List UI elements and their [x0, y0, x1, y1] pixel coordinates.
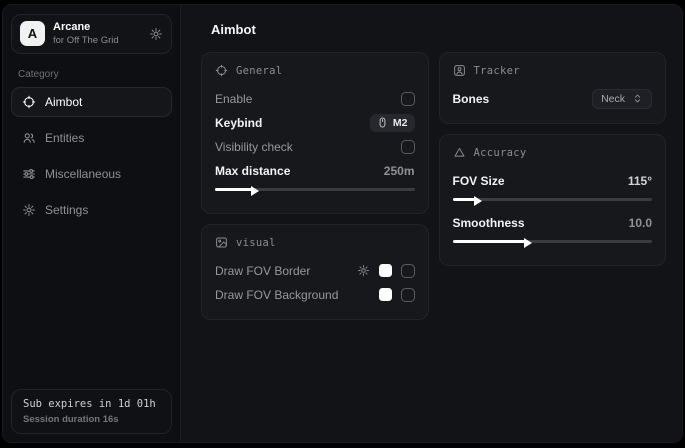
crosshair-icon: [215, 64, 228, 77]
mouse-icon: [377, 117, 388, 128]
sidebar-item-miscellaneous[interactable]: Miscellaneous: [11, 159, 172, 189]
slider-thumb[interactable]: [524, 238, 532, 248]
session-duration-text: Session duration 16s: [23, 414, 160, 425]
card-title: Accuracy: [474, 147, 527, 159]
keybind-value: M2: [393, 117, 408, 129]
sidebar-item-settings[interactable]: Settings: [11, 195, 172, 225]
sidebar-item-label: Miscellaneous: [45, 167, 121, 181]
smoothness-row: Smoothness 10.0: [453, 212, 653, 233]
accuracy-card: Accuracy FOV Size 115° Smoothness: [439, 134, 667, 266]
max-distance-row: Max distance 250m: [215, 160, 415, 181]
app-window: A Arcane for Off The Grid Category Aimbo: [2, 4, 683, 443]
main-content: Aimbot General Enable: [181, 5, 682, 442]
caret-sort-icon: [632, 93, 643, 104]
sidebar-item-label: Entities: [45, 131, 84, 145]
enable-label: Enable: [215, 92, 252, 106]
bones-select[interactable]: Neck: [592, 89, 652, 109]
visibility-check-row: Visibility check: [215, 136, 415, 157]
keybind-button[interactable]: M2: [370, 114, 415, 132]
sidebar-item-aimbot[interactable]: Aimbot: [11, 87, 172, 117]
fov-background-checkbox[interactable]: [401, 288, 415, 302]
fov-background-row: Draw FOV Background: [215, 284, 415, 305]
person-scan-icon: [453, 64, 466, 77]
sidebar-item-entities[interactable]: Entities: [11, 123, 172, 153]
sub-expires-text: Sub expires in 1d 01h: [23, 398, 160, 410]
tracker-card: Tracker Bones Neck: [439, 52, 667, 124]
smoothness-value: 10.0: [629, 216, 652, 230]
sidebar-header-card: A Arcane for Off The Grid: [11, 14, 172, 54]
subscription-info-card: Sub expires in 1d 01h Session duration 1…: [11, 389, 172, 434]
keybind-label: Keybind: [215, 116, 262, 130]
fov-border-label: Draw FOV Border: [215, 264, 310, 278]
image-icon: [215, 236, 228, 249]
fov-border-row: Draw FOV Border: [215, 260, 415, 281]
fov-background-label: Draw FOV Background: [215, 288, 338, 302]
keybind-row: Keybind M2: [215, 112, 415, 133]
card-title: visual: [236, 237, 276, 249]
enable-checkbox[interactable]: [401, 92, 415, 106]
enable-row: Enable: [215, 88, 415, 109]
settings-gear-icon[interactable]: [149, 27, 163, 41]
sidebar-item-label: Aimbot: [45, 95, 82, 109]
bones-selected-value: Neck: [601, 93, 625, 105]
slider-thumb[interactable]: [474, 196, 482, 206]
max-distance-label: Max distance: [215, 164, 290, 178]
fov-border-checkbox[interactable]: [401, 264, 415, 278]
smoothness-slider[interactable]: [453, 236, 653, 247]
bones-label: Bones: [453, 92, 490, 106]
fov-background-color-swatch[interactable]: [379, 288, 392, 301]
crosshair-icon: [22, 95, 36, 109]
sidebar: A Arcane for Off The Grid Category Aimbo: [3, 5, 181, 442]
slider-thumb[interactable]: [251, 186, 259, 196]
sidebar-item-label: Settings: [45, 203, 88, 217]
app-logo: A: [20, 21, 45, 46]
fov-border-color-swatch[interactable]: [379, 264, 392, 277]
bones-row: Bones Neck: [453, 88, 653, 109]
triangle-icon: [453, 146, 466, 159]
card-title: Tracker: [474, 65, 520, 77]
max-distance-value: 250m: [384, 164, 415, 178]
general-card: General Enable Keybind: [201, 52, 429, 214]
visibility-check-label: Visibility check: [215, 140, 293, 154]
fov-size-value: 115°: [628, 174, 652, 188]
smoothness-label: Smoothness: [453, 216, 525, 230]
sliders-icon: [22, 167, 36, 181]
fov-border-settings-gear-icon[interactable]: [357, 264, 370, 277]
category-label: Category: [18, 69, 165, 80]
fov-size-row: FOV Size 115°: [453, 170, 653, 191]
card-title: General: [236, 65, 282, 77]
fov-size-slider[interactable]: [453, 194, 653, 205]
app-subtitle: for Off The Grid: [53, 35, 119, 47]
visibility-check-checkbox[interactable]: [401, 140, 415, 154]
page-title: Aimbot: [211, 22, 668, 37]
max-distance-slider[interactable]: [215, 184, 415, 195]
fov-size-label: FOV Size: [453, 174, 505, 188]
people-icon: [22, 131, 36, 145]
app-title: Arcane: [53, 21, 119, 35]
gear-icon: [22, 203, 36, 217]
visual-card: visual Draw FOV Border: [201, 224, 429, 320]
